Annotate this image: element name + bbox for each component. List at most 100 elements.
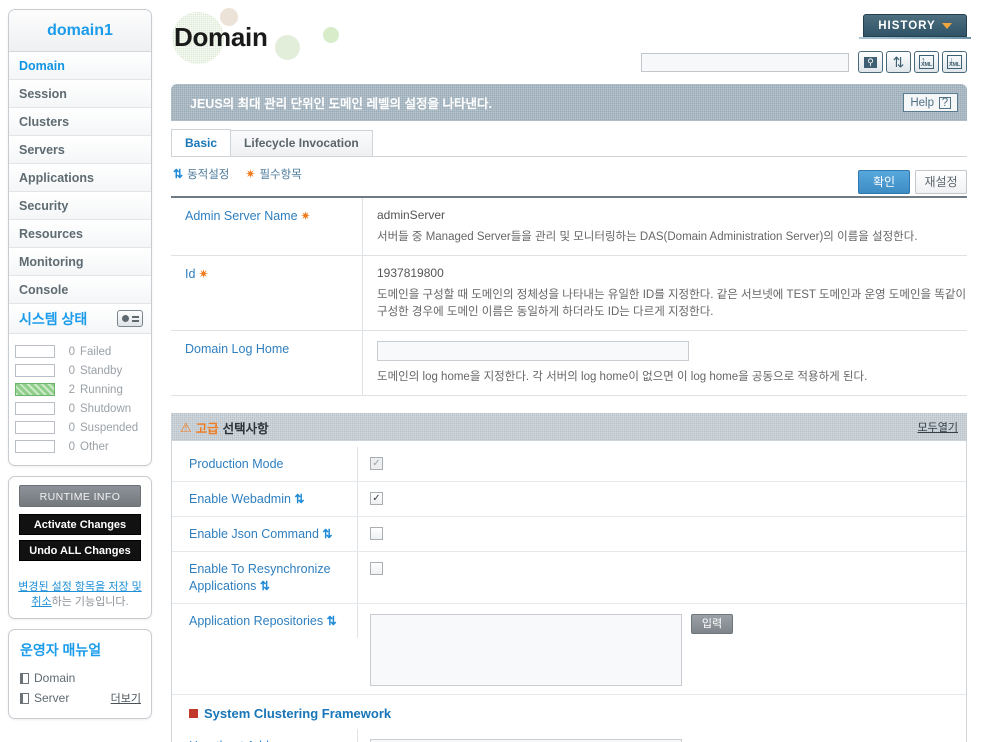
field-description: 서버들 중 Managed Server들을 관리 및 모니터링하는 DAS(D… bbox=[377, 231, 918, 243]
advanced-section-body: Production Mode ✓ Enable Webadmin ⇅ ✓ En… bbox=[171, 441, 967, 742]
field-label: Enable Json Command ⇅ bbox=[172, 517, 358, 551]
field-label-text: Enable Json Command bbox=[189, 527, 319, 541]
sidebar-item-applications[interactable]: Applications bbox=[9, 164, 151, 192]
clustering-section-header: System Clustering Framework bbox=[172, 695, 966, 729]
field-value: 도메인의 log home을 지정한다. 각 서버의 log home이 없으면… bbox=[363, 331, 967, 395]
system-status-list: 0 Failed 0 Standby 2 Running 0 Shutdown bbox=[9, 334, 151, 465]
clustering-section-title: System Clustering Framework bbox=[204, 706, 392, 721]
status-bar bbox=[15, 383, 55, 396]
runtime-info-button[interactable]: RUNTIME INFO bbox=[19, 485, 141, 507]
sidebar-item-monitoring[interactable]: Monitoring bbox=[9, 248, 151, 276]
page-header: Domain HISTORY ⚲ ⇅ ↑ XML ↓ XML bbox=[160, 0, 984, 78]
field-row-domain-log-home: Domain Log Home 도메인의 log home을 지정한다. 각 서… bbox=[171, 331, 967, 396]
enable-webadmin-checkbox[interactable]: ✓ bbox=[370, 492, 383, 505]
required-field-icon: ✷ bbox=[300, 209, 311, 223]
advanced-section-header: ⚠ 고급 선택사항 모두열기 bbox=[171, 413, 967, 441]
field-label: Domain Log Home bbox=[171, 331, 363, 395]
sidebar-item-session[interactable]: Session bbox=[9, 80, 151, 108]
legend-label: 필수항목 bbox=[259, 169, 302, 181]
field-label: Application Repositories ⇅ bbox=[172, 604, 358, 638]
sidebar-item-servers[interactable]: Servers bbox=[9, 136, 151, 164]
system-status-header: 시스템 상태 bbox=[9, 304, 151, 334]
help-label: Help bbox=[910, 96, 934, 109]
app-window: domain1 Domain Session Clusters Servers … bbox=[0, 0, 984, 742]
advanced-row-application-repositories: Application Repositories ⇅ 입력 bbox=[172, 604, 966, 695]
sync-icon[interactable]: ⇅ bbox=[886, 51, 911, 73]
dynamic-config-icon: ⇅ bbox=[173, 167, 184, 181]
status-count: 0 bbox=[68, 345, 75, 358]
status-count: 0 bbox=[68, 421, 75, 434]
field-value: adminServer 서버들 중 Managed Server들을 관리 및 … bbox=[363, 198, 967, 255]
status-label: Shutdown bbox=[80, 402, 132, 415]
question-mark-icon: ? bbox=[939, 96, 951, 109]
decorative-circle-small-icon bbox=[323, 27, 339, 43]
manual-more-link[interactable]: 더보기 bbox=[111, 690, 141, 706]
help-button[interactable]: Help ? bbox=[903, 93, 958, 112]
sidebar-actions-card: RUNTIME INFO Activate Changes Undo ALL C… bbox=[8, 476, 152, 619]
xml-download-glyph: ↓ XML bbox=[947, 55, 962, 69]
monitor-icon[interactable] bbox=[117, 310, 143, 327]
field-label: Heartbeat Address bbox=[172, 729, 358, 742]
tab-lifecycle-invocation[interactable]: Lifecycle Invocation bbox=[230, 130, 373, 156]
form-scroll-area[interactable]: Admin Server Name ✷ adminServer 서버들 중 Man… bbox=[160, 196, 984, 742]
activate-changes-button[interactable]: Activate Changes bbox=[19, 514, 141, 535]
enable-json-command-checkbox[interactable]: ✓ bbox=[370, 527, 383, 540]
field-row-id: Id ✷ 1937819800 도메인을 구성할 때 도메인의 정체성을 나타내는… bbox=[171, 256, 967, 331]
reset-button[interactable]: 재설정 bbox=[915, 170, 967, 194]
page-description: JEUS의 최대 관리 단위인 도메인 레벨의 설정을 나타낸다. bbox=[190, 97, 492, 111]
manual-item-label: Server bbox=[34, 691, 70, 705]
status-row-standby: 0 Standby bbox=[15, 361, 145, 380]
history-underline bbox=[859, 37, 971, 39]
domain-log-home-input[interactable] bbox=[377, 341, 689, 361]
manual-item-label: Domain bbox=[34, 671, 76, 685]
application-repositories-textarea[interactable] bbox=[370, 614, 682, 686]
xml-upload-icon[interactable]: ↑ XML bbox=[914, 51, 939, 73]
manual-item-server[interactable]: Server 더보기 bbox=[9, 688, 151, 708]
section-marker-icon bbox=[189, 709, 198, 718]
open-all-link[interactable]: 모두열기 bbox=[918, 419, 958, 435]
field-value-text: adminServer bbox=[377, 208, 446, 222]
sidebar-item-resources[interactable]: Resources bbox=[9, 220, 151, 248]
field-label: Production Mode bbox=[172, 447, 358, 481]
dynamic-config-icon: ⇅ bbox=[294, 492, 305, 506]
advanced-row-enable-json-command: Enable Json Command ⇅ ✓ bbox=[172, 517, 966, 552]
dynamic-config-icon: ⇅ bbox=[326, 614, 337, 628]
enable-resynchronize-applications-checkbox[interactable]: ✓ bbox=[370, 562, 383, 575]
search-input[interactable] bbox=[641, 52, 849, 72]
advanced-row-enable-resynchronize-applications: Enable To Resynchronize Applications ⇅ ✓ bbox=[172, 552, 966, 604]
status-row-failed: 0 Failed bbox=[15, 342, 145, 361]
clustering-row-heartbeat-address: Heartbeat Address bbox=[172, 729, 966, 742]
field-label: Enable To Resynchronize Applications ⇅ bbox=[172, 552, 358, 603]
field-label-text: Enable Webadmin bbox=[189, 492, 291, 506]
status-label: Running bbox=[80, 383, 123, 396]
status-count: 0 bbox=[68, 402, 75, 415]
required-field-icon: ✷ bbox=[198, 267, 209, 281]
decorative-circle-mid-icon bbox=[275, 35, 300, 60]
sidebar: domain1 Domain Session Clusters Servers … bbox=[0, 0, 160, 742]
manual-item-left: Domain bbox=[20, 671, 75, 685]
history-button[interactable]: HISTORY bbox=[863, 14, 967, 37]
manual-item-domain[interactable]: Domain bbox=[9, 668, 151, 688]
advanced-row-production-mode: Production Mode ✓ bbox=[172, 447, 966, 482]
sidebar-item-clusters[interactable]: Clusters bbox=[9, 108, 151, 136]
sidebar-item-console[interactable]: Console bbox=[9, 276, 151, 304]
confirm-button[interactable]: 확인 bbox=[858, 170, 910, 194]
sidebar-nav-card: domain1 Domain Session Clusters Servers … bbox=[8, 9, 152, 466]
field-label-text: Application Repositories bbox=[189, 614, 324, 628]
search-icon[interactable]: ⚲ bbox=[858, 51, 883, 73]
status-bar bbox=[15, 364, 55, 377]
status-bar bbox=[15, 402, 55, 415]
xml-download-icon[interactable]: ↓ XML bbox=[942, 51, 967, 73]
field-value: 1937819800 도메인을 구성할 때 도메인의 정체성을 나타내는 유일한… bbox=[363, 256, 967, 330]
main-content: Domain HISTORY ⚲ ⇅ ↑ XML ↓ XML JEUS의 최대 관리… bbox=[160, 0, 984, 742]
field-row-admin-server-name: Admin Server Name ✷ adminServer 서버들 중 Man… bbox=[171, 198, 967, 256]
undo-all-changes-button[interactable]: Undo ALL Changes bbox=[19, 540, 141, 561]
arrow-down-icon: ↓ bbox=[949, 55, 954, 65]
sidebar-item-security[interactable]: Security bbox=[9, 192, 151, 220]
tab-basic[interactable]: Basic bbox=[171, 129, 232, 156]
legend-dynamic-config: ⇅ 동적설정 bbox=[173, 166, 229, 182]
application-repositories-input-button[interactable]: 입력 bbox=[691, 614, 733, 634]
status-label: Failed bbox=[80, 345, 112, 358]
sidebar-item-domain[interactable]: Domain bbox=[9, 52, 151, 80]
production-mode-checkbox[interactable]: ✓ bbox=[370, 457, 383, 470]
